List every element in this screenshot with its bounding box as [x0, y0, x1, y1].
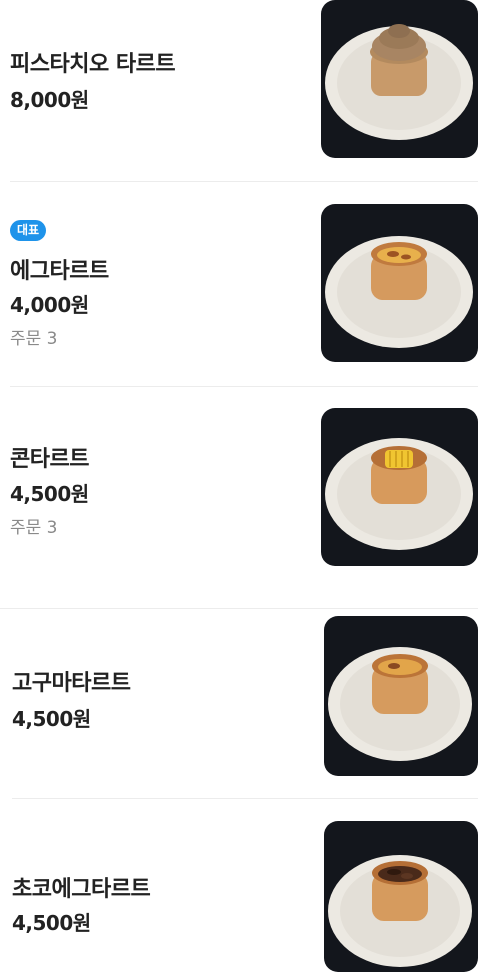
menu-item-pistachio-tart[interactable]: 피스타치오 타르트 8,000원: [0, 0, 478, 182]
corn-tart-photo: [325, 438, 473, 550]
menu-item-choco-egg-tart[interactable]: 초코에그타르트 4,500원: [0, 799, 478, 972]
item-thumbnail: [324, 616, 478, 776]
item-price: 8,000원: [10, 88, 89, 112]
chocolate-icon: [378, 866, 422, 882]
choco-egg-tart-photo: [328, 855, 472, 967]
item-name: 고구마타르트: [12, 671, 131, 696]
item-order-count: 주문 3: [10, 518, 58, 538]
sweet-potato-icon: [378, 659, 422, 675]
sweet-potato-tart-photo: [328, 647, 472, 761]
corn-icon: [385, 450, 413, 468]
pistachio-tart-photo: [325, 24, 473, 140]
item-thumbnail: [321, 204, 478, 362]
item-price: 4,500원: [12, 911, 91, 935]
item-thumbnail: [321, 0, 478, 158]
menu-item-sweet-potato-tart[interactable]: 고구마타르트 4,500원: [0, 609, 478, 799]
item-name: 피스타치오 타르트: [10, 52, 176, 77]
item-thumbnail: [321, 408, 478, 566]
item-price: 4,500원: [12, 707, 91, 731]
item-order-count: 주문 3: [10, 329, 58, 349]
item-name: 에그타르트: [10, 259, 109, 284]
menu-item-corn-tart[interactable]: 콘타르트 4,500원 주문 3: [0, 387, 478, 609]
egg-tart-photo: [325, 236, 473, 348]
item-name: 초코에그타르트: [12, 877, 151, 902]
menu-item-egg-tart[interactable]: 대표 에그타르트 4,000원 주문 3: [0, 182, 478, 387]
item-price: 4,000원: [10, 293, 89, 317]
custard-icon: [377, 247, 421, 263]
signature-badge: 대표: [10, 220, 47, 241]
menu-list: 피스타치오 타르트 8,000원 대표 에그타르트 4,000원 주문 3 콘타…: [0, 0, 478, 972]
item-price: 4,500원: [10, 482, 89, 506]
item-name: 콘타르트: [10, 447, 89, 472]
item-thumbnail: [324, 821, 478, 972]
